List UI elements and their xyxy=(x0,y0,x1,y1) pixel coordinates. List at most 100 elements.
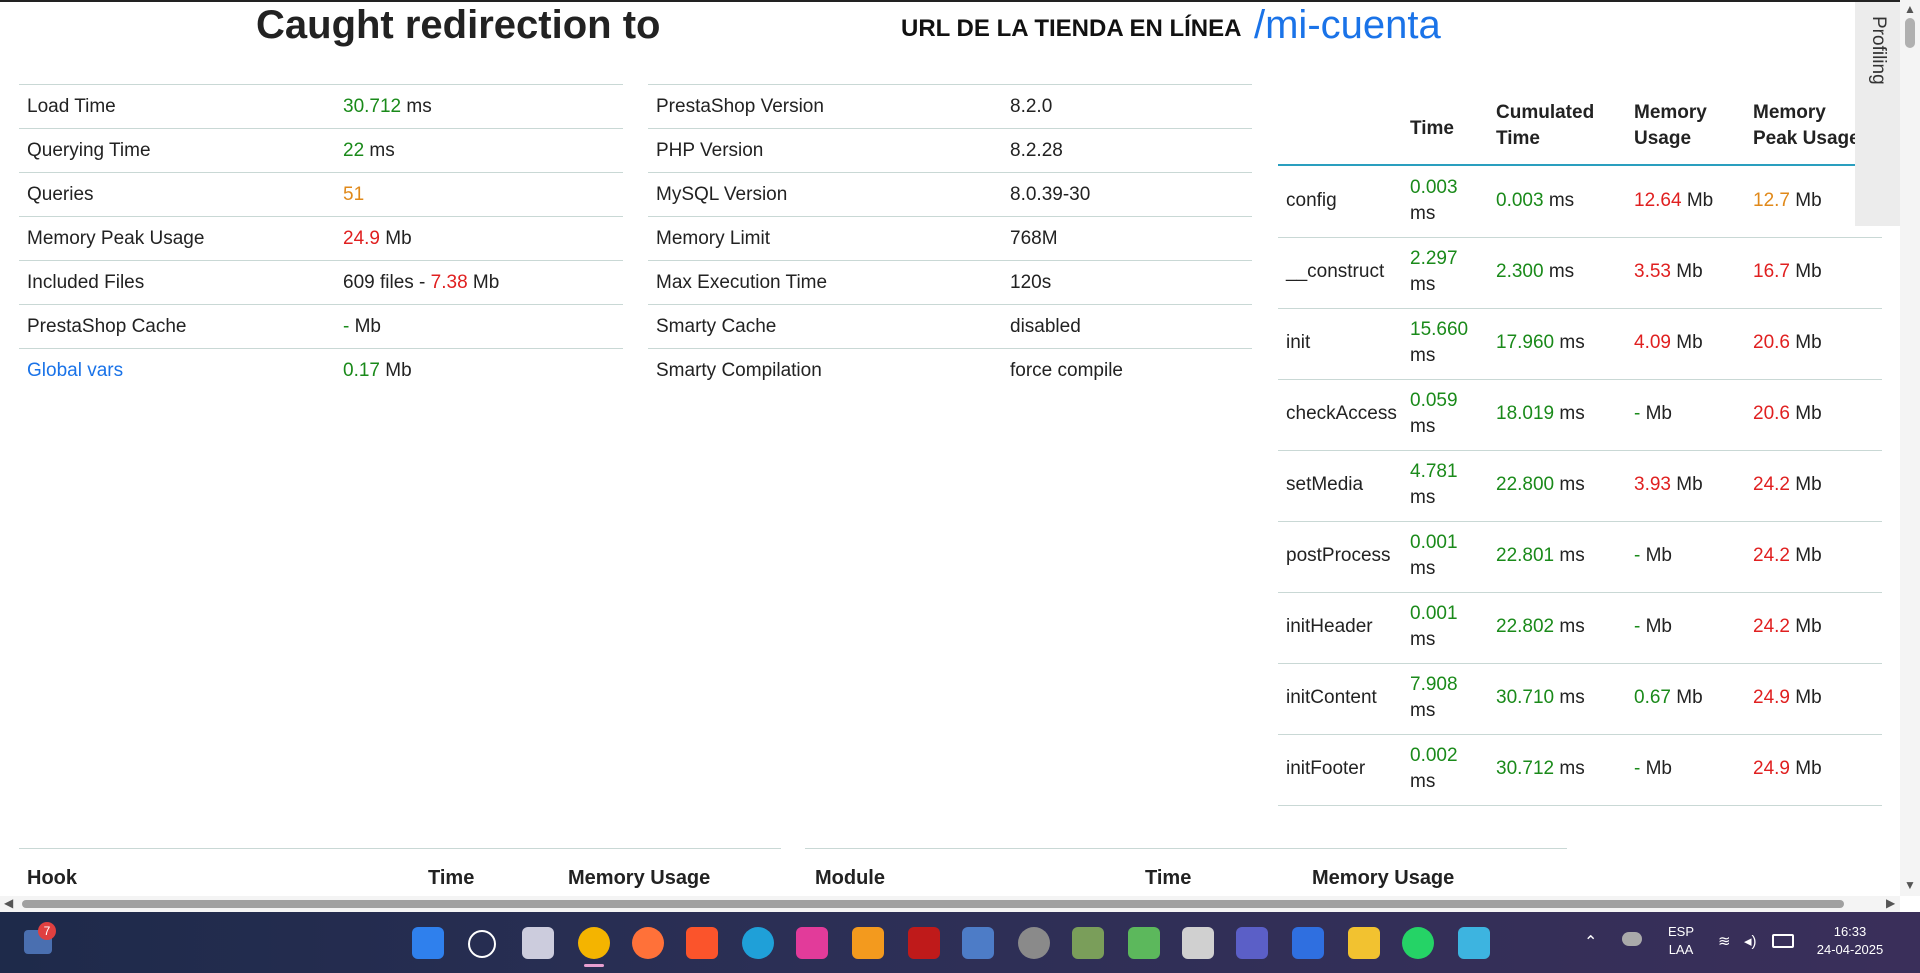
stats-value: - Mb xyxy=(343,305,381,349)
scroll-left-icon[interactable]: ◀ xyxy=(4,896,13,910)
step-peak-unit: Mb xyxy=(1789,474,1822,495)
step-cumulated-unit: ms xyxy=(1554,687,1585,708)
windows-taskbar: 7 ⌃ ESP LAA ≋ ◂) 16:33 24-04-2025 xyxy=(0,912,1920,973)
chevron-up-icon[interactable]: ⌃ xyxy=(1584,932,1597,952)
horizontal-scrollbar[interactable]: ◀ ▶ xyxy=(0,896,1900,912)
sublime-icon[interactable] xyxy=(852,927,884,959)
step-peak: 20.6 Mb xyxy=(1753,401,1822,427)
step-name: initFooter xyxy=(1286,758,1366,779)
step-name: initHeader xyxy=(1286,616,1373,637)
firefox-icon[interactable] xyxy=(632,927,664,959)
scroll-up-icon[interactable]: ▲ xyxy=(1904,2,1916,16)
step-peak: 24.2 Mb xyxy=(1753,614,1822,640)
teams-icon[interactable] xyxy=(1236,927,1268,959)
hook-table-header: Hook Time Memory Usage xyxy=(19,848,781,895)
scroll-down-icon[interactable]: ▼ xyxy=(1904,878,1916,892)
module-time-header: Time xyxy=(1145,867,1192,889)
vertical-scrollbar[interactable]: ▲ ▼ xyxy=(1900,0,1920,896)
stats-label: Querying Time xyxy=(27,140,151,161)
whatsapp-icon[interactable] xyxy=(1402,927,1434,959)
step-memory-unit: Mb xyxy=(1670,332,1703,353)
battery-icon[interactable] xyxy=(1772,934,1794,948)
redirect-link[interactable]: /mi-cuenta xyxy=(1254,3,1441,48)
step-time: 0.003 ms xyxy=(1410,175,1458,227)
step-time-unit: ms xyxy=(1410,487,1436,508)
notepad-icon[interactable] xyxy=(1072,927,1104,959)
power-automate-icon[interactable] xyxy=(1292,927,1324,959)
profiling-tab[interactable]: Profiling xyxy=(1855,2,1900,226)
horizontal-scroll-thumb[interactable] xyxy=(22,900,1844,908)
step-time-unit: ms xyxy=(1410,345,1436,366)
store-url-label: URL DE LA TIENDA EN LÍNEA xyxy=(901,15,1242,42)
profiling-row: postProcess 0.001 ms 22.801 ms - Mb 24.2 Mb xyxy=(1278,521,1882,593)
config-row: PrestaShop Version 8.2.0 xyxy=(648,84,1252,129)
config-label: PrestaShop Version xyxy=(656,96,824,117)
inkscape-icon[interactable] xyxy=(1182,927,1214,959)
step-peak: 24.9 Mb xyxy=(1753,685,1822,711)
language-code[interactable]: ESP xyxy=(1664,924,1698,939)
network-tool-icon[interactable] xyxy=(962,927,994,959)
file-explorer-icon[interactable] xyxy=(1348,927,1380,959)
step-memory-unit: Mb xyxy=(1640,616,1673,637)
layout-code[interactable]: LAA xyxy=(1664,942,1698,957)
volume-icon[interactable]: ◂) xyxy=(1744,932,1757,950)
stats-row: Load Time 30.712 ms xyxy=(19,84,623,129)
stats-unit: Mb xyxy=(379,228,412,249)
step-time-value: 0.002 xyxy=(1410,745,1458,766)
stats-unit: ms xyxy=(401,96,432,117)
vertical-scroll-thumb[interactable] xyxy=(1905,18,1915,48)
stats-number: 51 xyxy=(343,184,365,205)
profiling-table-header: Time Cumulated Time Memory Usage Memory … xyxy=(1278,86,1882,166)
step-cumulated-value: 22.800 xyxy=(1496,474,1555,495)
task-view-icon[interactable] xyxy=(522,927,554,959)
davinci-icon[interactable] xyxy=(1018,927,1050,959)
step-time-unit: ms xyxy=(1410,629,1436,650)
config-label: PHP Version xyxy=(656,140,764,161)
step-memory-value: 3.53 xyxy=(1634,261,1671,282)
step-name: init xyxy=(1286,332,1311,353)
profiling-row: initHeader 0.001 ms 22.802 ms - Mb 24.2 Mb xyxy=(1278,592,1882,664)
brave-icon[interactable] xyxy=(686,927,718,959)
wifi-icon[interactable]: ≋ xyxy=(1718,932,1731,950)
cumulated-time-header: Cumulated Time xyxy=(1496,100,1594,152)
step-cumulated-value: 17.960 xyxy=(1496,332,1555,353)
edge-icon[interactable] xyxy=(742,927,774,959)
filezilla-icon[interactable] xyxy=(908,927,940,959)
notes-icon[interactable] xyxy=(1458,927,1490,959)
step-name: config xyxy=(1286,190,1337,211)
onedrive-icon[interactable] xyxy=(1622,932,1642,946)
step-cumulated-unit: ms xyxy=(1543,190,1575,211)
active-app-indicator xyxy=(584,964,604,967)
step-time-value: 2.297 xyxy=(1410,248,1458,269)
stats-row: Querying Time 22 ms xyxy=(19,128,623,173)
step-memory-unit: Mb xyxy=(1640,403,1673,424)
global-vars-link[interactable]: Global vars xyxy=(27,349,123,393)
chrome-icon[interactable] xyxy=(578,927,610,959)
step-name: setMedia xyxy=(1286,474,1364,495)
step-memory-unit: Mb xyxy=(1640,545,1673,566)
hook-header: Hook xyxy=(27,867,77,889)
step-memory-value: 4.09 xyxy=(1634,332,1671,353)
bluestacks-icon[interactable] xyxy=(1128,927,1160,959)
stats-label: PrestaShop Cache xyxy=(27,316,187,337)
search-icon[interactable] xyxy=(468,930,496,958)
stats-label: Load Time xyxy=(27,96,116,117)
config-label: Smarty Compilation xyxy=(656,360,822,381)
step-time-unit: ms xyxy=(1410,700,1436,721)
step-cumulated-unit: ms xyxy=(1554,474,1585,495)
profiling-row: initContent 7.908 ms 30.710 ms 0.67 Mb 24.9 M… xyxy=(1278,663,1882,735)
step-time: 0.001 ms xyxy=(1410,530,1458,582)
config-row: Memory Limit 768M xyxy=(648,216,1252,261)
step-memory: - Mb xyxy=(1634,543,1672,569)
config-label: Memory Limit xyxy=(656,228,771,249)
stats-number: 22 xyxy=(343,140,365,161)
memory-header-line2: Usage xyxy=(1634,128,1692,149)
stats-value: 609 files - 7.38 Mb xyxy=(343,261,499,305)
start-icon[interactable] xyxy=(412,927,444,959)
step-cumulated-value: 0.003 xyxy=(1496,190,1544,211)
step-cumulated-value: 18.019 xyxy=(1496,403,1555,424)
clock-date[interactable]: 24-04-2025 xyxy=(1810,942,1890,957)
clock-time[interactable]: 16:33 xyxy=(1810,924,1890,939)
scroll-right-icon[interactable]: ▶ xyxy=(1886,896,1895,910)
wamp-icon[interactable] xyxy=(796,927,828,959)
